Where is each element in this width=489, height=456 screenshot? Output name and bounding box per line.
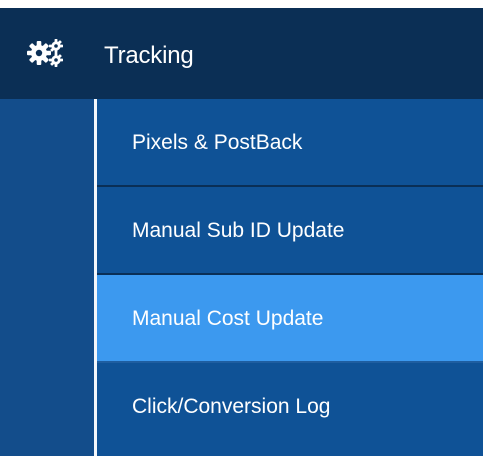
menu-item-label: Pixels & PostBack (132, 131, 303, 154)
menu-item-click-conversion-log[interactable]: Click/Conversion Log (97, 363, 483, 456)
menu-item-label: Click/Conversion Log (132, 395, 331, 418)
menu-item-label: Manual Sub ID Update (132, 219, 345, 242)
menu-header-tracking[interactable]: Tracking (0, 8, 483, 99)
menu-header-label: Tracking (104, 42, 194, 69)
menu-item-manual-sub-id-update[interactable]: Manual Sub ID Update (97, 187, 483, 275)
tracking-menu: Tracking Pixels & PostBack Manual Sub ID… (0, 8, 483, 456)
menu-item-manual-cost-update[interactable]: Manual Cost Update (97, 275, 483, 363)
screenshot-frame: Tracking Pixels & PostBack Manual Sub ID… (0, 0, 489, 456)
menu-item-label: Manual Cost Update (132, 307, 324, 330)
gears-icon (26, 38, 66, 68)
submenu-indent-rail (0, 99, 96, 456)
submenu-list: Pixels & PostBack Manual Sub ID Update M… (97, 99, 483, 456)
menu-item-pixels-postback[interactable]: Pixels & PostBack (97, 99, 483, 187)
